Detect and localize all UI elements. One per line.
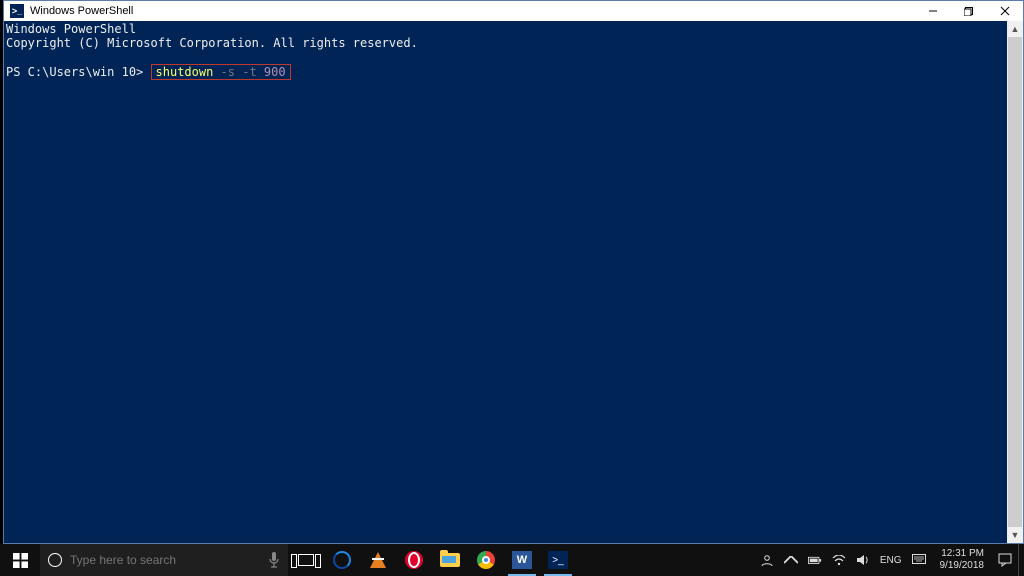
tray-time: 12:31 PM xyxy=(940,548,985,560)
terminal-prompt: PS C:\Users\win 10> xyxy=(6,65,143,79)
terminal-flag-s: -s xyxy=(221,65,235,79)
taskbar-app-powershell[interactable]: >_ xyxy=(540,544,576,576)
tray-overflow-icon[interactable] xyxy=(784,553,798,567)
wifi-icon[interactable] xyxy=(832,553,846,567)
window-title: Windows PowerShell xyxy=(30,5,133,17)
powershell-window: >_ Windows PowerShell Windows PowerShell… xyxy=(3,0,1024,544)
edge-icon xyxy=(333,551,351,569)
tray-language[interactable]: ENG xyxy=(880,555,902,566)
word-icon: W xyxy=(512,551,532,569)
scroll-thumb[interactable] xyxy=(1008,37,1022,527)
taskbar: W >_ ENG 12:31 PM 9/19/2018 xyxy=(0,544,1024,576)
chrome-icon xyxy=(477,551,495,569)
input-indicator-icon[interactable] xyxy=(912,553,926,567)
taskbar-app-chrome[interactable] xyxy=(468,544,504,576)
command-highlight-box: shutdown -s -t 900 xyxy=(151,64,291,80)
close-button[interactable] xyxy=(987,1,1023,21)
action-center-icon[interactable] xyxy=(998,553,1012,567)
scroll-up-arrow[interactable]: ▲ xyxy=(1007,21,1023,37)
volume-icon[interactable] xyxy=(856,553,870,567)
maximize-button[interactable] xyxy=(951,1,987,21)
windows-logo-icon xyxy=(13,553,28,568)
microphone-icon[interactable] xyxy=(268,551,280,569)
terminal-header-line: Windows PowerShell xyxy=(6,22,136,36)
window-titlebar[interactable]: >_ Windows PowerShell xyxy=(4,1,1023,21)
vertical-scrollbar[interactable]: ▲ ▼ xyxy=(1007,21,1023,543)
taskbar-app-opera[interactable] xyxy=(396,544,432,576)
powershell-app-icon: >_ xyxy=(10,4,24,18)
terminal-command: shutdown xyxy=(156,65,214,79)
start-button[interactable] xyxy=(0,544,40,576)
tray-date: 9/19/2018 xyxy=(940,560,985,572)
scroll-down-arrow[interactable]: ▼ xyxy=(1007,527,1023,543)
terminal-copyright-line: Copyright (C) Microsoft Corporation. All… xyxy=(6,36,418,50)
folder-icon xyxy=(440,553,460,567)
vlc-icon xyxy=(370,552,386,568)
minimize-button[interactable] xyxy=(915,1,951,21)
taskbar-app-edge[interactable] xyxy=(324,544,360,576)
opera-icon xyxy=(405,551,423,569)
task-view-button[interactable] xyxy=(288,544,324,576)
task-view-icon xyxy=(298,554,314,566)
search-input[interactable] xyxy=(70,553,260,567)
people-icon[interactable] xyxy=(760,553,774,567)
terminal-arg: 900 xyxy=(264,65,286,79)
taskbar-app-vlc[interactable] xyxy=(360,544,396,576)
powershell-icon: >_ xyxy=(548,551,568,569)
cortana-icon xyxy=(48,553,62,567)
show-desktop-button[interactable] xyxy=(1018,544,1024,576)
taskbar-app-word[interactable]: W xyxy=(504,544,540,576)
terminal-output[interactable]: Windows PowerShell Copyright (C) Microso… xyxy=(4,21,1007,543)
taskbar-search[interactable] xyxy=(40,544,288,576)
system-tray: ENG 12:31 PM 9/19/2018 xyxy=(754,544,1018,576)
taskbar-app-file-explorer[interactable] xyxy=(432,544,468,576)
terminal-flag-t: -t xyxy=(242,65,256,79)
battery-icon[interactable] xyxy=(808,553,822,567)
tray-clock[interactable]: 12:31 PM 9/19/2018 xyxy=(936,548,989,572)
